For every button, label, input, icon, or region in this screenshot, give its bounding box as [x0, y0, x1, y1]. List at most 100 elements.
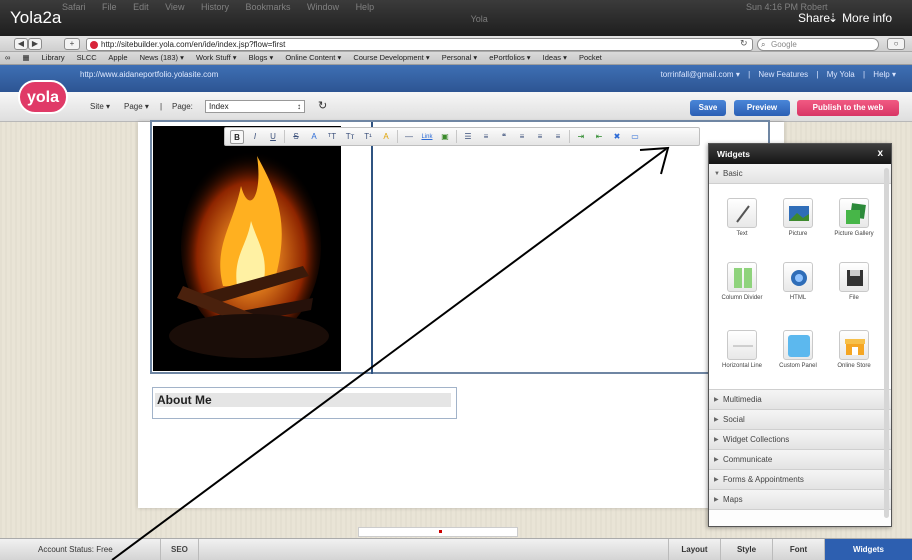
back-button[interactable]: ◀ [14, 38, 28, 50]
column-divider-widget-icon [727, 262, 757, 292]
bookmark-pocket[interactable]: Pocket [579, 53, 602, 62]
menu-view[interactable]: View [165, 2, 184, 12]
indent-icon[interactable]: ⇥ [574, 130, 588, 144]
help-menu[interactable]: Help ▾ [873, 70, 896, 79]
align-left-icon[interactable]: ≡ [515, 130, 529, 144]
font-size-increase-button[interactable]: ᵀT [325, 130, 339, 144]
more-info-label: More info [842, 11, 893, 25]
seo-tab[interactable]: SEO [160, 539, 199, 560]
widget-label: Text [736, 231, 748, 237]
horizontal-rule-button[interactable]: — [402, 130, 416, 144]
font-size-decrease-button[interactable]: Tт [343, 130, 357, 144]
yola-account-bar: http://www.aidaneportfolio.yolasite.com … [0, 65, 912, 92]
widget-horizontal-line[interactable]: Horizontal Line [719, 330, 765, 370]
source-code-icon[interactable]: ▭ [628, 130, 642, 144]
underline-button[interactable]: U [266, 130, 280, 144]
about-me-text-box[interactable]: About Me [152, 387, 457, 419]
image-icon[interactable]: ▣ [438, 130, 452, 144]
preview-button[interactable]: Preview [734, 100, 790, 116]
highlight-button[interactable]: A [379, 130, 393, 144]
my-yola-link[interactable]: My Yola [827, 70, 855, 79]
widgets-panel-scrollbar[interactable] [884, 168, 889, 518]
font-color-button[interactable]: A [307, 130, 321, 144]
widget-online-store[interactable]: Online Store [831, 330, 877, 370]
link-button[interactable]: Link [420, 130, 434, 144]
menu-window[interactable]: Window [307, 2, 339, 12]
close-icon[interactable]: x [877, 144, 883, 164]
bookmark-online-content[interactable]: Online Content ▾ [285, 53, 341, 62]
editor-footer-bar: Account Status: Free SEO Layout Style Fo… [0, 538, 912, 560]
communicate-section-toggle[interactable]: ▶ Communicate [709, 450, 891, 470]
yola-logo[interactable]: yola [18, 80, 68, 114]
publish-button[interactable]: Publish to the web [797, 100, 899, 116]
bookmark-news[interactable]: News (183) ▾ [140, 53, 184, 62]
bookmark-personal[interactable]: Personal ▾ [442, 53, 477, 62]
bookmark-ideas[interactable]: Ideas ▾ [543, 53, 567, 62]
bookmark-apple[interactable]: Apple [108, 53, 127, 62]
save-button[interactable]: Save [690, 100, 726, 116]
new-features-link[interactable]: New Features [758, 70, 808, 79]
italic-button[interactable]: I [248, 130, 262, 144]
widget-column-divider[interactable]: Column Divider [719, 262, 765, 302]
outdent-icon[interactable]: ⇤ [592, 130, 606, 144]
bookmark-blogs[interactable]: Blogs ▾ [249, 53, 274, 62]
bookmark-course-development[interactable]: Course Development ▾ [353, 53, 429, 62]
bullet-list-icon[interactable]: ☰ [461, 130, 475, 144]
menu-history[interactable]: History [201, 2, 229, 12]
menu-help[interactable]: Help [356, 2, 375, 12]
widget-picture[interactable]: Picture [775, 198, 821, 238]
strikethrough-button[interactable]: S [289, 130, 303, 144]
bookmark-work-stuff[interactable]: Work Stuff ▾ [196, 53, 237, 62]
chevron-right-icon: ▶ [714, 417, 719, 423]
account-email-menu[interactable]: torrinfall@gmail.com ▾ [661, 70, 740, 79]
search-input[interactable]: ⌕ Google [757, 38, 879, 51]
numbered-list-icon[interactable]: ≡ [479, 130, 493, 144]
address-bar[interactable]: http://sitebuilder.yola.com/en/ide/index… [86, 38, 753, 51]
widget-file[interactable]: File [831, 262, 877, 302]
menu-safari[interactable]: Safari [62, 2, 86, 12]
bookmark-eportfolios[interactable]: ePortfolios ▾ [489, 53, 530, 62]
widget-picture-gallery[interactable]: Picture Gallery [831, 198, 877, 238]
menu-bookmarks[interactable]: Bookmarks [246, 2, 291, 12]
widgets-panel-header[interactable]: Widgets x [709, 144, 891, 164]
widget-custom-panel[interactable]: Custom Panel [775, 330, 821, 370]
superscript-button[interactable]: T¹ [361, 130, 375, 144]
blockquote-icon[interactable]: ❝ [497, 130, 511, 144]
menu-file[interactable]: File [102, 2, 117, 12]
fire-photo[interactable] [153, 126, 341, 371]
about-me-heading[interactable]: About Me [155, 393, 451, 407]
basic-section-toggle[interactable]: ▼ Basic [709, 164, 891, 184]
widget-collections-section-toggle[interactable]: ▶ Widget Collections [709, 430, 891, 450]
refresh-icon[interactable]: ↻ [318, 99, 327, 112]
forms-appointments-section-toggle[interactable]: ▶ Forms & Appointments [709, 470, 891, 490]
more-info-button[interactable]: ⇣ More info [824, 11, 892, 25]
font-tab[interactable]: Font [772, 539, 824, 560]
menu-edit[interactable]: Edit [133, 2, 149, 12]
site-url-link[interactable]: http://www.aidaneportfolio.yolasite.com [80, 70, 218, 79]
social-section-toggle[interactable]: ▶ Social [709, 410, 891, 430]
clear-format-icon[interactable]: ✖ [610, 130, 624, 144]
widget-text[interactable]: Text [719, 198, 765, 238]
top-sites-icon[interactable]: ▦ [22, 53, 29, 62]
widget-html[interactable]: HTML [775, 262, 821, 302]
bookmark-library[interactable]: Library [42, 53, 65, 62]
bookmark-slcc[interactable]: SLCC [77, 53, 97, 62]
reading-list-icon[interactable]: ∞ [5, 53, 10, 62]
style-tab[interactable]: Style [720, 539, 772, 560]
reload-icon[interactable]: ↻ [740, 38, 748, 49]
multimedia-section-toggle[interactable]: ▶ Multimedia [709, 390, 891, 410]
page-scroll-indicator[interactable] [358, 527, 518, 537]
browser-action-button[interactable]: ○ [887, 38, 905, 50]
page-menu[interactable]: Page ▾ [124, 102, 149, 111]
maps-section-toggle[interactable]: ▶ Maps [709, 490, 891, 510]
forward-button[interactable]: ▶ [28, 38, 42, 50]
bold-button[interactable]: B [230, 129, 244, 144]
layout-tab[interactable]: Layout [668, 539, 720, 560]
add-bookmark-button[interactable]: + [64, 38, 80, 50]
align-center-icon[interactable]: ≡ [533, 130, 547, 144]
align-right-icon[interactable]: ≡ [551, 130, 565, 144]
site-menu[interactable]: Site ▾ [90, 102, 110, 111]
page-select[interactable]: Index ↕ [205, 100, 305, 113]
widgets-tab[interactable]: Widgets [824, 539, 912, 560]
column-divider[interactable] [371, 122, 373, 374]
